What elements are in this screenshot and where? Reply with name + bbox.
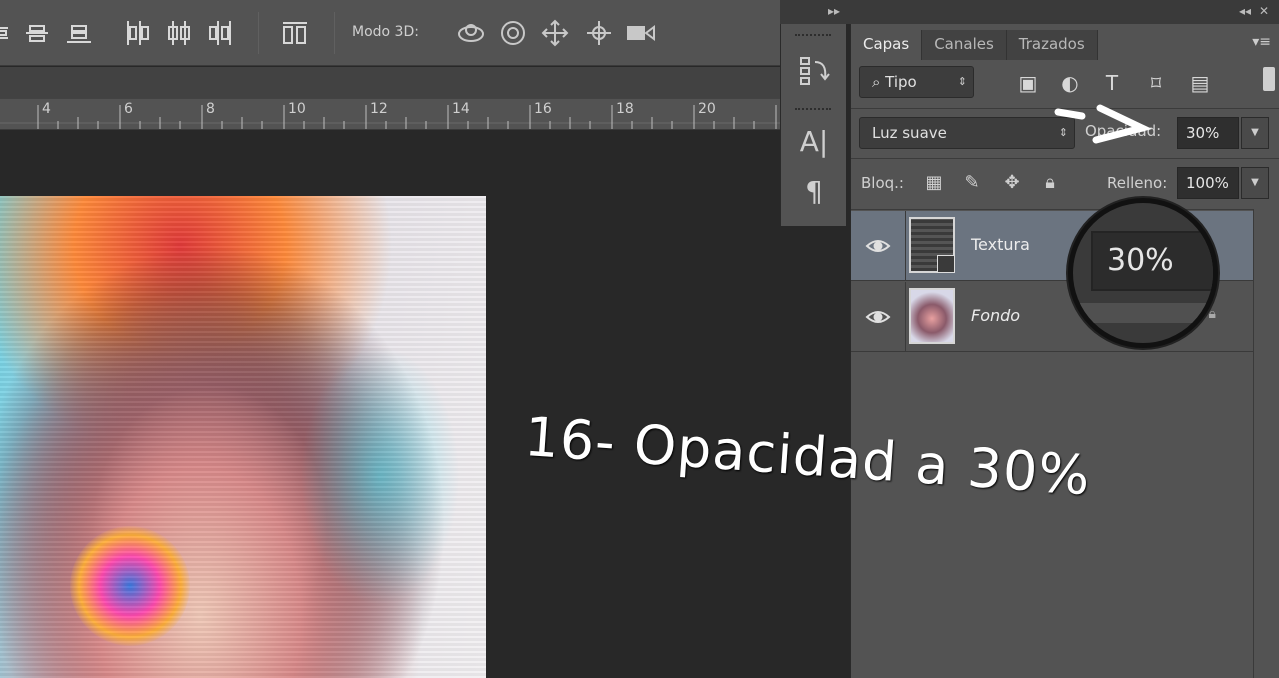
separator <box>258 12 259 54</box>
auto-align-icon[interactable] <box>280 18 310 48</box>
ruler-tick-label: 14 <box>452 101 470 117</box>
character-panel-icon[interactable]: A| <box>791 120 837 164</box>
grip-handle[interactable] <box>795 108 831 112</box>
filter-toggle-switch[interactable] <box>1259 64 1279 94</box>
expand-panels-icon[interactable]: ▸▸ <box>828 4 840 18</box>
canvas-top-gap <box>0 67 780 98</box>
divider <box>851 158 1279 159</box>
orbit-3d-icon[interactable] <box>456 18 486 48</box>
opacity-input[interactable]: 30% <box>1177 117 1239 149</box>
align-bottom-icon[interactable] <box>64 18 94 48</box>
panel-menu-icon[interactable]: ▾≡ <box>1252 34 1271 50</box>
panel-tabs: Capas Canales Trazados <box>851 30 1098 60</box>
layer-name[interactable]: Fondo <box>971 306 1020 325</box>
ruler-tick-label: 12 <box>370 101 388 117</box>
ruler-ticks <box>0 105 780 129</box>
tab-capas[interactable]: Capas <box>851 30 923 60</box>
history-panel-icon[interactable] <box>791 48 837 92</box>
scanline-texture <box>0 196 486 678</box>
paragraph-panel-icon[interactable]: ¶ <box>791 170 837 214</box>
align-vertical-center-icon[interactable] <box>22 18 52 48</box>
layers-panel-header[interactable]: ◂◂ ✕ <box>850 0 1279 24</box>
fill-input[interactable]: 100% <box>1177 167 1239 199</box>
ruler-tick-label: 8 <box>206 101 215 117</box>
pan-3d-icon[interactable] <box>540 18 570 48</box>
lock-position-icon[interactable]: ✥ <box>999 170 1025 196</box>
ruler-tick-label: 16 <box>534 101 552 117</box>
align-top-icon[interactable] <box>0 18 24 48</box>
zoomed-row-divider <box>1073 303 1213 323</box>
search-icon: ⌕ <box>872 73 886 91</box>
ruler-tick-label: 6 <box>124 101 133 117</box>
divider <box>905 211 906 281</box>
slide-3d-icon[interactable] <box>584 18 614 48</box>
image-filter-icon[interactable]: ▣ <box>1015 70 1041 96</box>
lock-image-pixels-icon[interactable]: ✎ <box>959 170 985 196</box>
ruler-tick-label: 18 <box>616 101 634 117</box>
ruler-tick-label: 10 <box>288 101 306 117</box>
visibility-eye-icon[interactable] <box>865 233 891 259</box>
roll-3d-icon[interactable] <box>498 18 528 48</box>
distribute-right-icon[interactable] <box>206 18 236 48</box>
grip-handle[interactable] <box>795 34 831 38</box>
zoom-callout: 30% <box>1068 198 1218 348</box>
divider <box>851 209 1279 210</box>
filter-kind-select[interactable]: ⌕ Tipo ⇕ <box>859 66 974 98</box>
tab-canales[interactable]: Canales <box>922 30 1007 60</box>
lock-transparency-icon[interactable]: ▦ <box>921 170 947 196</box>
layers-scrollbar[interactable] <box>1253 209 1279 678</box>
camera-3d-icon[interactable] <box>626 18 656 48</box>
fill-label: Relleno: <box>1107 174 1168 192</box>
collapse-panel-icon[interactable]: ◂◂ <box>1239 4 1251 18</box>
glitch-portrait-image <box>0 196 486 678</box>
divider <box>905 282 906 352</box>
blend-mode-value: Luz suave <box>872 124 947 142</box>
close-panel-icon[interactable]: ✕ <box>1259 4 1269 18</box>
lock-label: Bloq.: <box>861 174 904 192</box>
blend-mode-select[interactable]: Luz suave ⇕ <box>859 117 1075 149</box>
pointer-arrow-icon <box>1054 104 1153 144</box>
panel-strip-header[interactable]: ▸▸ <box>780 0 850 24</box>
tab-trazados[interactable]: Trazados <box>1006 30 1098 60</box>
fill-dropdown-button[interactable]: ▼ <box>1241 167 1269 199</box>
opacity-dropdown-button[interactable]: ▼ <box>1241 117 1269 149</box>
ruler-tick-label: 4 <box>42 101 51 117</box>
separator <box>334 12 335 54</box>
ruler-tick-label: 20 <box>698 101 716 117</box>
select-arrows-icon: ⇕ <box>957 75 967 88</box>
adjustment-filter-icon[interactable]: ◐ <box>1057 70 1083 96</box>
horizontal-ruler[interactable]: 4 6 8 10 12 14 16 18 20 <box>0 98 780 130</box>
shape-filter-icon[interactable]: ⌑ <box>1143 70 1169 96</box>
layer-name[interactable]: Textura <box>971 235 1030 254</box>
lock-all-icon[interactable]: 🔒︎ <box>1037 170 1063 196</box>
zoomed-opacity-value: 30% <box>1107 243 1174 278</box>
collapsed-panel-strip: A| ¶ <box>780 24 846 226</box>
type-filter-icon[interactable]: T <box>1099 70 1125 96</box>
options-bar: Modo 3D: <box>0 0 780 66</box>
layer-thumbnail-fondo[interactable] <box>909 288 955 344</box>
layer-thumbnail-textura[interactable] <box>909 217 955 273</box>
mode-3d-label: Modo 3D: <box>352 24 419 40</box>
distribute-center-icon[interactable] <box>164 18 194 48</box>
smart-object-filter-icon[interactable]: ▤ <box>1187 70 1213 96</box>
visibility-eye-icon[interactable] <box>865 304 891 330</box>
filter-kind-value: Tipo <box>885 73 917 91</box>
distribute-left-icon[interactable] <box>122 18 152 48</box>
smart-object-badge-icon <box>937 255 955 273</box>
